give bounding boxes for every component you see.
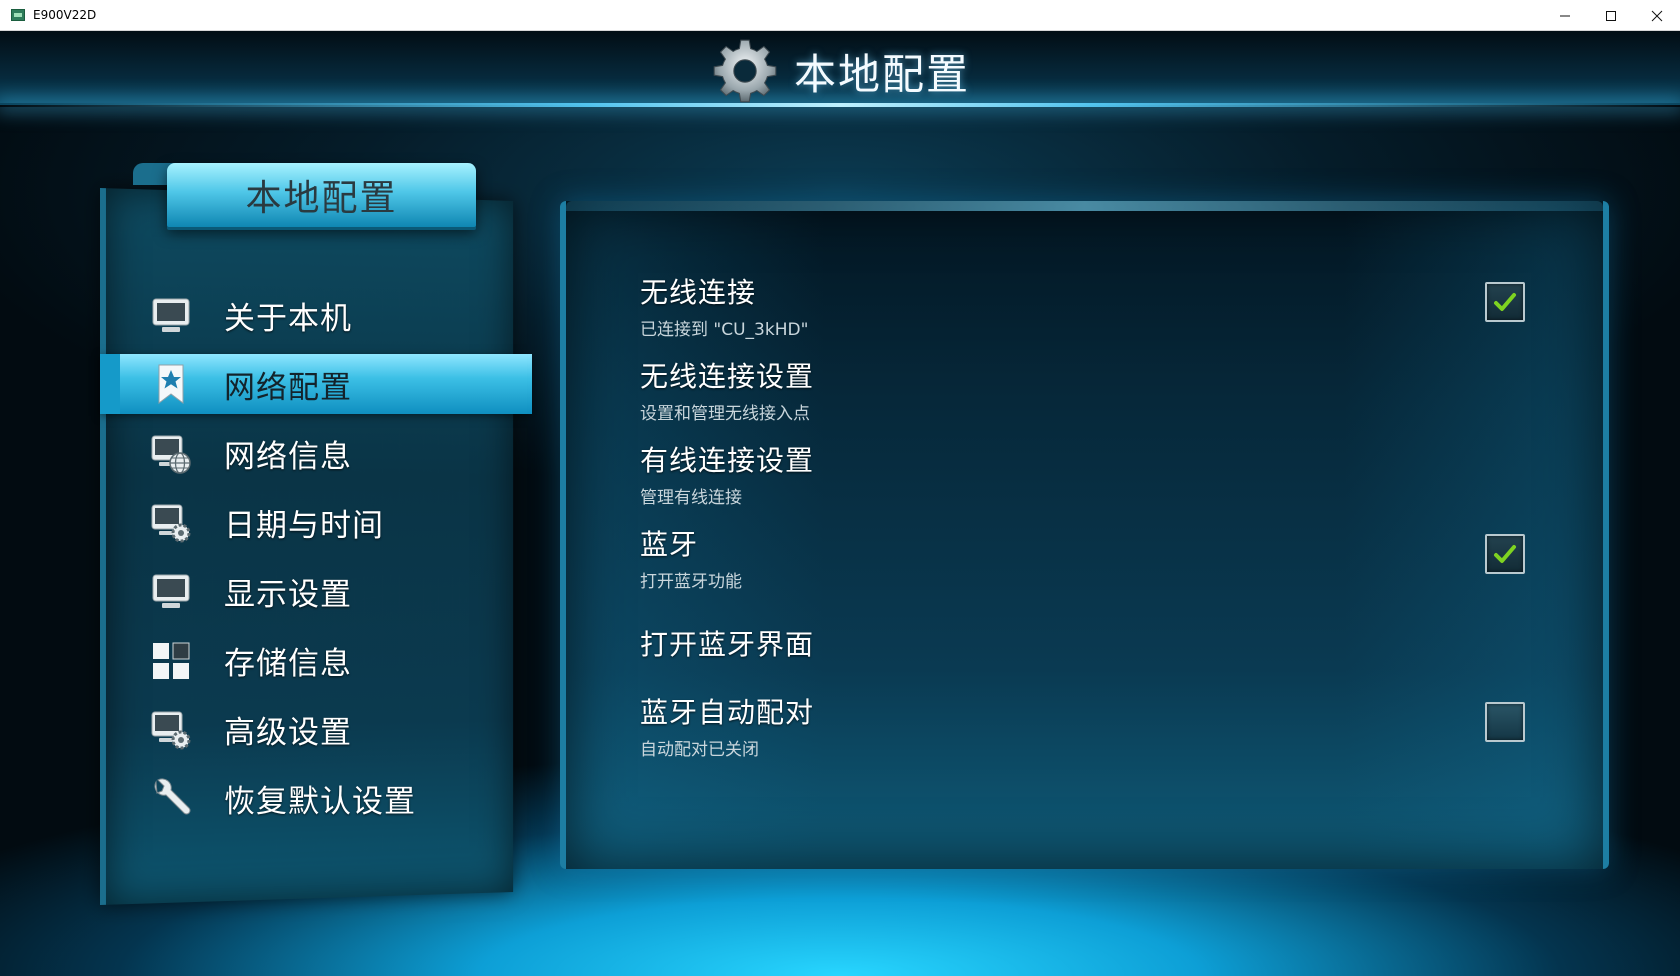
monitor-icon xyxy=(150,295,192,337)
minimize-icon xyxy=(1559,10,1571,22)
sidebar-item-about[interactable]: 关于本机 xyxy=(100,281,532,350)
sidebar-item-label: 网络信息 xyxy=(224,431,352,476)
sidebar-item-restore-defaults[interactable]: 恢复默认设置 xyxy=(100,764,532,833)
sidebar-item-display[interactable]: 显示设置 xyxy=(100,557,532,626)
setting-title: 无线连接 xyxy=(640,271,1540,311)
monitor-icon xyxy=(150,571,192,613)
close-icon xyxy=(1651,10,1663,22)
window-controls xyxy=(1542,0,1680,31)
sidebar-item-date-time[interactable]: 日期与时间 xyxy=(100,488,532,557)
sidebar-item-network-info[interactable]: 网络信息 xyxy=(100,419,532,488)
grid-icon xyxy=(150,640,192,682)
sidebar-item-label: 恢复默认设置 xyxy=(224,776,416,821)
sidebar-item-advanced[interactable]: 高级设置 xyxy=(100,695,532,764)
wifi-checkbox[interactable] xyxy=(1485,282,1525,322)
monitor-gear-icon xyxy=(150,502,192,544)
sidebar-item-label: 高级设置 xyxy=(224,707,352,752)
monitor-gear-icon xyxy=(150,709,192,751)
sidebar-item-label: 显示设置 xyxy=(224,569,352,614)
setting-subtitle: 设置和管理无线接入点 xyxy=(640,399,1540,424)
autopair-checkbox[interactable] xyxy=(1485,702,1525,742)
setting-subtitle: 自动配对已关闭 xyxy=(640,735,1540,760)
sidebar-menu: 关于本机 网络配置 网络信息 日期与时间 显示设置 存储信息 高级设置 恢复默认… xyxy=(100,281,532,833)
setting-subtitle: 已连接到 "CU_3kHD" xyxy=(640,315,1540,340)
sidebar-item-network-config[interactable]: 网络配置 xyxy=(100,354,532,414)
sidebar-item-label: 日期与时间 xyxy=(224,500,384,545)
minimize-button[interactable] xyxy=(1542,0,1588,31)
checkmark-icon xyxy=(1491,288,1519,316)
setting-title: 蓝牙自动配对 xyxy=(640,691,1540,731)
sidebar-item-label: 存储信息 xyxy=(224,638,352,683)
setting-subtitle: 打开蓝牙功能 xyxy=(640,567,1540,592)
maximize-icon xyxy=(1605,10,1617,22)
monitor-globe-icon xyxy=(150,433,192,475)
setting-subtitle: 管理有线连接 xyxy=(640,483,1540,508)
setting-title: 有线连接设置 xyxy=(640,439,1540,479)
setting-wifi-settings[interactable]: 无线连接设置 设置和管理无线接入点 xyxy=(640,355,1540,424)
setting-title: 打开蓝牙界面 xyxy=(640,623,1540,663)
setting-wifi[interactable]: 无线连接 已连接到 "CU_3kHD" xyxy=(640,271,1540,340)
window-title: E900V22D xyxy=(33,8,96,22)
setting-open-bluetooth[interactable]: 打开蓝牙界面 xyxy=(640,623,1540,663)
close-button[interactable] xyxy=(1634,0,1680,31)
app-canvas: 本地配置 本地配置 关于本机 网络配置 网络信息 日期与时间 显示设置 存储信息… xyxy=(0,31,1680,976)
app-icon xyxy=(11,9,25,21)
setting-title: 无线连接设置 xyxy=(640,355,1540,395)
sidebar-item-label: 网络配置 xyxy=(224,362,352,407)
sidebar-tab-label: 本地配置 xyxy=(245,169,397,221)
maximize-button[interactable] xyxy=(1588,0,1634,31)
setting-title: 蓝牙 xyxy=(640,523,1540,563)
sidebar-item-label: 关于本机 xyxy=(224,293,352,338)
bluetooth-checkbox[interactable] xyxy=(1485,534,1525,574)
setting-bluetooth-autopair[interactable]: 蓝牙自动配对 自动配对已关闭 xyxy=(640,691,1540,760)
header-divider xyxy=(0,103,1680,107)
gear-icon xyxy=(710,36,780,106)
window-titlebar: E900V22D xyxy=(0,0,1680,31)
setting-bluetooth[interactable]: 蓝牙 打开蓝牙功能 xyxy=(640,523,1540,592)
wrench-icon xyxy=(150,778,192,820)
sidebar-tab: 本地配置 xyxy=(167,163,476,227)
page-header: 本地配置 xyxy=(0,41,1680,101)
checkmark-icon xyxy=(1491,540,1519,568)
page-title: 本地配置 xyxy=(794,41,970,102)
bookmark-star-icon xyxy=(150,363,192,405)
sidebar-item-storage[interactable]: 存储信息 xyxy=(100,626,532,695)
setting-wired-settings[interactable]: 有线连接设置 管理有线连接 xyxy=(640,439,1540,508)
